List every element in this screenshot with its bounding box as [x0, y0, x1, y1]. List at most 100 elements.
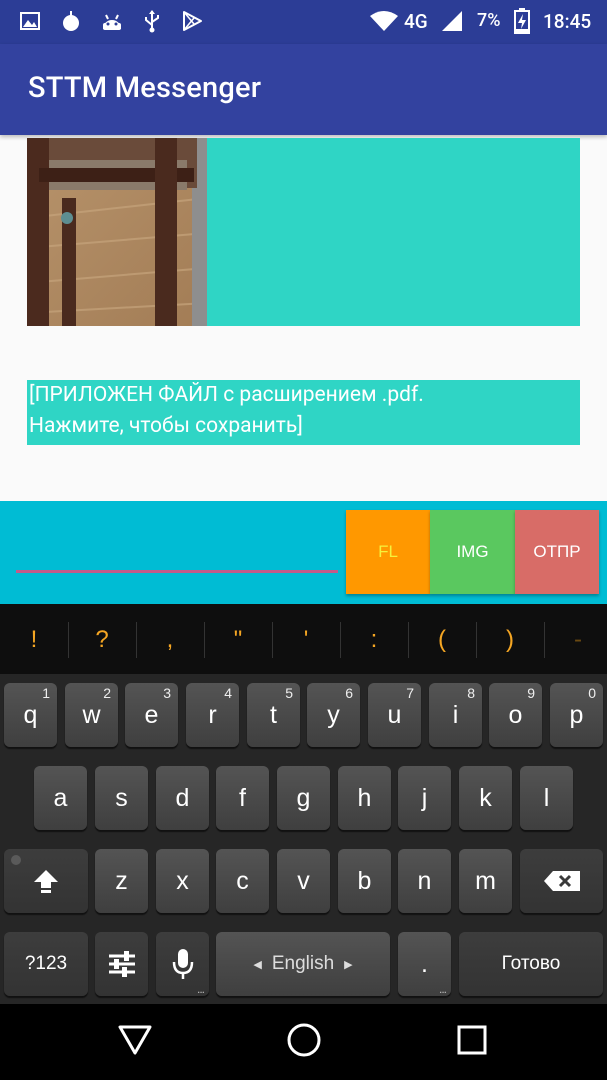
key-g[interactable]: g	[277, 766, 330, 830]
attach-file-button[interactable]: FL	[346, 510, 430, 594]
message-input[interactable]	[16, 522, 338, 573]
key-hint: 3	[163, 685, 171, 701]
period-label: .	[421, 949, 428, 978]
key-label: e	[144, 700, 159, 729]
suggestion-item[interactable]: )	[480, 620, 540, 660]
file-message-line2: Нажмите, чтобы сохранить]	[29, 414, 303, 438]
send-button[interactable]: ОТПР	[515, 510, 599, 594]
backspace-icon	[543, 871, 580, 891]
file-message-bubble[interactable]: [ПРИЛОЖЕН ФАЙЛ с расширением .pdf. Нажми…	[27, 380, 580, 445]
suggestion-item[interactable]: !	[4, 620, 64, 660]
status-bar: 4G 7% 18:45	[0, 0, 607, 44]
period-key[interactable]: . ...	[398, 932, 451, 996]
suggestion-item[interactable]: ,	[140, 620, 200, 660]
key-u[interactable]: u7	[368, 683, 421, 747]
key-hint: 5	[285, 685, 293, 701]
microphone-icon	[172, 949, 193, 979]
suggestion-item[interactable]: :	[344, 620, 404, 660]
sliders-icon	[108, 951, 135, 977]
key-d[interactable]: d	[156, 766, 209, 830]
key-c[interactable]: c	[216, 849, 269, 913]
key-q[interactable]: q1	[4, 683, 57, 747]
more-dots: ...	[196, 982, 205, 996]
key-hint: 6	[345, 685, 353, 701]
battery-percent: 7%	[477, 10, 501, 31]
symbols-key[interactable]: ?123	[4, 932, 88, 996]
voice-key[interactable]: ...	[156, 932, 209, 996]
key-hint: 0	[588, 685, 596, 701]
key-label: q	[23, 700, 38, 729]
key-label: u	[387, 700, 402, 729]
key-hint: 2	[103, 685, 111, 701]
backspace-key[interactable]	[520, 849, 603, 913]
wifi-icon	[368, 8, 400, 34]
space-key[interactable]: ◀ English ▶	[216, 932, 390, 996]
signal-icon	[440, 8, 464, 34]
message-photo[interactable]	[27, 138, 207, 326]
key-label: r	[208, 700, 217, 729]
battery-charging-icon	[513, 8, 531, 34]
gallery-icon	[19, 8, 41, 34]
usb-icon	[141, 8, 163, 34]
file-message-line1: [ПРИЛОЖЕН ФАЙЛ с расширением .pdf.	[29, 383, 424, 407]
key-r[interactable]: r4	[186, 683, 239, 747]
suggestion-item[interactable]: (	[412, 620, 472, 660]
key-i[interactable]: i8	[429, 683, 482, 747]
suggestion-item[interactable]: -	[548, 620, 607, 660]
more-dots: ...	[438, 982, 447, 996]
app-bar: STTM Messenger	[0, 44, 607, 135]
key-p[interactable]: p0	[550, 683, 603, 747]
done-key[interactable]: Готово	[459, 932, 603, 996]
language-next-icon: ▶	[344, 958, 353, 971]
key-y[interactable]: y6	[307, 683, 360, 747]
play-store-icon	[180, 8, 204, 34]
key-hint: 1	[42, 685, 50, 701]
app-title: STTM Messenger	[28, 71, 262, 105]
clock: 18:45	[543, 10, 592, 33]
suggestion-item[interactable]: ?	[72, 620, 132, 660]
key-hint: 7	[406, 685, 414, 701]
key-s[interactable]: s	[95, 766, 148, 830]
key-n[interactable]: n	[398, 849, 451, 913]
key-x[interactable]: x	[156, 849, 209, 913]
key-j[interactable]: j	[398, 766, 451, 830]
key-m[interactable]: m	[459, 849, 512, 913]
key-label: t	[270, 700, 277, 729]
key-label: p	[569, 700, 584, 729]
key-label: i	[452, 700, 459, 729]
key-k[interactable]: k	[459, 766, 512, 830]
navigation-bar	[0, 1004, 607, 1080]
apple-icon	[60, 8, 82, 34]
attach-image-button[interactable]: IMG	[430, 510, 515, 594]
shift-key[interactable]	[4, 849, 88, 913]
key-w[interactable]: w2	[65, 683, 118, 747]
recents-icon[interactable]	[457, 1025, 487, 1055]
suggestion-item[interactable]: '	[276, 620, 336, 660]
language-prev-icon: ◀	[253, 958, 262, 971]
key-e[interactable]: e3	[125, 683, 178, 747]
key-v[interactable]: v	[277, 849, 330, 913]
caps-indicator	[11, 855, 21, 865]
key-hint: 4	[224, 685, 232, 701]
space-language-label: English	[271, 953, 335, 974]
key-h[interactable]: h	[338, 766, 391, 830]
settings-key[interactable]	[95, 932, 148, 996]
key-label: y	[327, 700, 340, 729]
back-icon[interactable]	[118, 1024, 152, 1056]
key-b[interactable]: b	[338, 849, 391, 913]
home-icon[interactable]	[286, 1022, 322, 1058]
key-f[interactable]: f	[216, 766, 269, 830]
network-type: 4G	[404, 10, 428, 33]
suggestion-item[interactable]: "	[208, 620, 268, 660]
key-l[interactable]: l	[520, 766, 573, 830]
key-label: o	[508, 700, 523, 729]
key-hint: 8	[467, 685, 475, 701]
key-t[interactable]: t5	[247, 683, 300, 747]
key-z[interactable]: z	[95, 849, 148, 913]
android-icon	[100, 8, 124, 34]
key-o[interactable]: o9	[489, 683, 542, 747]
shift-arrow-icon	[34, 870, 58, 893]
key-label: w	[82, 700, 101, 729]
key-hint: 9	[527, 685, 535, 701]
key-a[interactable]: a	[34, 766, 87, 830]
